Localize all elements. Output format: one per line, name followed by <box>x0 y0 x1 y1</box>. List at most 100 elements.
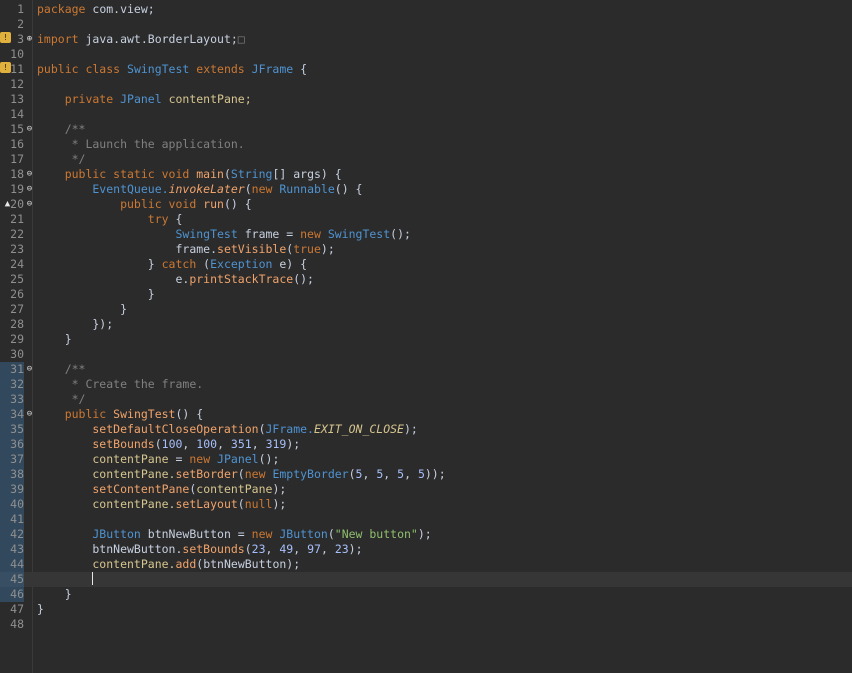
code-line[interactable]: 38 contentPane.setBorder(new EmptyBorder… <box>0 467 852 482</box>
code-text[interactable]: public class SwingTest extends JFrame { <box>37 62 307 77</box>
code-text[interactable]: setDefaultCloseOperation(JFrame.EXIT_ON_… <box>37 422 417 437</box>
line-number: 23 <box>10 242 24 256</box>
code-text[interactable]: public SwingTest() { <box>37 407 204 422</box>
code-line[interactable]: 17 */ <box>0 152 852 167</box>
code-token: try <box>37 212 176 226</box>
code-line[interactable]: 28 }); <box>0 317 852 332</box>
code-line[interactable]: 3! ⊕ import java.awt.BorderLayout;□ <box>0 32 852 47</box>
code-token: JFrame <box>251 62 301 76</box>
code-line[interactable]: 47} <box>0 602 852 617</box>
code-text[interactable]: frame.setVisible(true); <box>37 242 334 257</box>
code-line[interactable]: 32 * Create the frame. <box>0 377 852 392</box>
code-line[interactable]: 21 try { <box>0 212 852 227</box>
code-line[interactable]: 48 <box>0 617 852 632</box>
code-line[interactable]: 37 contentPane = new JPanel(); <box>0 452 852 467</box>
collapse-icon[interactable]: ⊖ <box>25 125 34 134</box>
code-line[interactable]: 10 <box>0 47 852 62</box>
collapse-icon[interactable]: ⊖ <box>25 170 34 179</box>
code-line[interactable]: 15 ⊖ /** <box>0 122 852 137</box>
code-text[interactable]: } <box>37 287 155 302</box>
warning-icon[interactable]: ! <box>0 32 11 43</box>
code-text[interactable]: contentPane.add(btnNewButton); <box>37 557 300 572</box>
code-line[interactable]: 34 ⊖ public SwingTest() { <box>0 407 852 422</box>
code-line[interactable]: 11! public class SwingTest extends JFrame… <box>0 62 852 77</box>
code-line[interactable]: 40 contentPane.setLayout(null); <box>0 497 852 512</box>
collapse-icon[interactable]: ⊖ <box>25 365 34 374</box>
collapse-icon[interactable]: ⊖ <box>25 410 34 419</box>
code-line[interactable]: 16 * Launch the application. <box>0 137 852 152</box>
code-text[interactable]: contentPane.setBorder(new EmptyBorder(5,… <box>37 467 445 482</box>
code-line[interactable]: 36 setBounds(100, 100, 351, 319); <box>0 437 852 452</box>
code-text[interactable]: } <box>37 302 127 317</box>
code-line[interactable]: 44 contentPane.add(btnNewButton); <box>0 557 852 572</box>
code-text[interactable]: import java.awt.BorderLayout;□ <box>37 32 245 47</box>
code-text[interactable]: contentPane.setLayout(null); <box>37 497 286 512</box>
code-line[interactable]: 22 SwingTest frame = new SwingTest(); <box>0 227 852 242</box>
code-line[interactable]: 33 */ <box>0 392 852 407</box>
code-token: setVisible <box>217 242 287 256</box>
code-line[interactable]: 2 <box>0 17 852 32</box>
code-text[interactable]: package com.view; <box>37 2 155 17</box>
collapse-icon[interactable]: ⊖ <box>25 185 34 194</box>
code-text[interactable]: public void run() { <box>37 197 252 212</box>
code-line[interactable]: 23 frame.setVisible(true); <box>0 242 852 257</box>
code-text[interactable]: */ <box>37 152 86 167</box>
collapse-icon[interactable]: ⊖ <box>25 200 34 209</box>
code-line[interactable]: 26 } <box>0 287 852 302</box>
code-text[interactable]: try { <box>37 212 183 227</box>
code-text[interactable]: contentPane = new JPanel(); <box>37 452 279 467</box>
code-text[interactable]: public static void main(String[] args) { <box>37 167 342 182</box>
code-text[interactable]: /** <box>37 362 86 377</box>
code-line[interactable]: 31 ⊖ /** <box>0 362 852 377</box>
override-icon[interactable]: ▲ <box>3 200 12 209</box>
code-line[interactable]: 39 setContentPane(contentPane); <box>0 482 852 497</box>
code-text[interactable]: */ <box>37 392 86 407</box>
code-text[interactable]: } <box>37 587 72 602</box>
code-text[interactable]: } <box>37 602 44 617</box>
code-text[interactable]: }); <box>37 317 113 332</box>
code-line[interactable]: 19 ⊖ EventQueue.invokeLater(new Runnable(… <box>0 182 852 197</box>
code-text[interactable]: * Launch the application. <box>37 137 245 152</box>
warning-icon[interactable]: ! <box>0 62 11 73</box>
code-token: () { <box>175 407 204 421</box>
code-line[interactable]: 13 private JPanel contentPane; <box>0 92 852 107</box>
code-token: , <box>383 467 398 481</box>
code-text[interactable]: private JPanel contentPane; <box>37 92 252 107</box>
code-text[interactable] <box>37 572 94 587</box>
code-line[interactable]: 12 <box>0 77 852 92</box>
code-token: contentPane. <box>37 497 176 511</box>
code-text[interactable]: SwingTest frame = new SwingTest(); <box>37 227 410 242</box>
code-text[interactable]: /** <box>37 122 86 137</box>
code-line[interactable]: 27 } <box>0 302 852 317</box>
line-number: 39 <box>10 482 24 496</box>
code-line[interactable]: 45 <box>0 572 852 587</box>
code-text[interactable]: JButton btnNewButton = new JButton("New … <box>37 527 431 542</box>
code-text[interactable]: btnNewButton.setBounds(23, 49, 97, 23); <box>37 542 362 557</box>
line-number: 13 <box>10 92 24 106</box>
code-line[interactable]: 30 <box>0 347 852 362</box>
line-number: 33 <box>10 392 24 406</box>
code-line[interactable]: 24 } catch (Exception e) { <box>0 257 852 272</box>
code-editor[interactable]: 1 package com.view; 2 3! ⊕ import java.awt.Bo… <box>0 0 852 673</box>
code-token: { <box>300 62 308 76</box>
code-line[interactable]: 43 btnNewButton.setBounds(23, 49, 97, 23… <box>0 542 852 557</box>
expand-icon[interactable]: ⊕ <box>25 35 34 44</box>
code-line[interactable]: 18 ⊖ public static void main(String[] arg… <box>0 167 852 182</box>
code-text[interactable]: * Create the frame. <box>37 377 204 392</box>
code-line[interactable]: 46 } <box>0 587 852 602</box>
code-line[interactable]: 14 <box>0 107 852 122</box>
code-text[interactable]: } catch (Exception e) { <box>37 257 307 272</box>
code-line[interactable]: 20 ⊖ ▲ public void run() { <box>0 197 852 212</box>
code-text[interactable]: setBounds(100, 100, 351, 319); <box>37 437 300 452</box>
code-line[interactable]: 25 e.printStackTrace(); <box>0 272 852 287</box>
code-line[interactable]: 1 package com.view; <box>0 2 852 17</box>
code-text[interactable]: } <box>37 332 72 347</box>
code-line[interactable]: 35 setDefaultCloseOperation(JFrame.EXIT_… <box>0 422 852 437</box>
code-line[interactable]: 41 <box>0 512 852 527</box>
code-text[interactable]: setContentPane(contentPane); <box>37 482 286 497</box>
code-line[interactable]: 29 } <box>0 332 852 347</box>
code-token: ) { <box>320 167 342 181</box>
code-text[interactable]: e.printStackTrace(); <box>37 272 314 287</box>
code-line[interactable]: 42 JButton btnNewButton = new JButton("N… <box>0 527 852 542</box>
code-text[interactable]: EventQueue.invokeLater(new Runnable() { <box>37 182 362 197</box>
